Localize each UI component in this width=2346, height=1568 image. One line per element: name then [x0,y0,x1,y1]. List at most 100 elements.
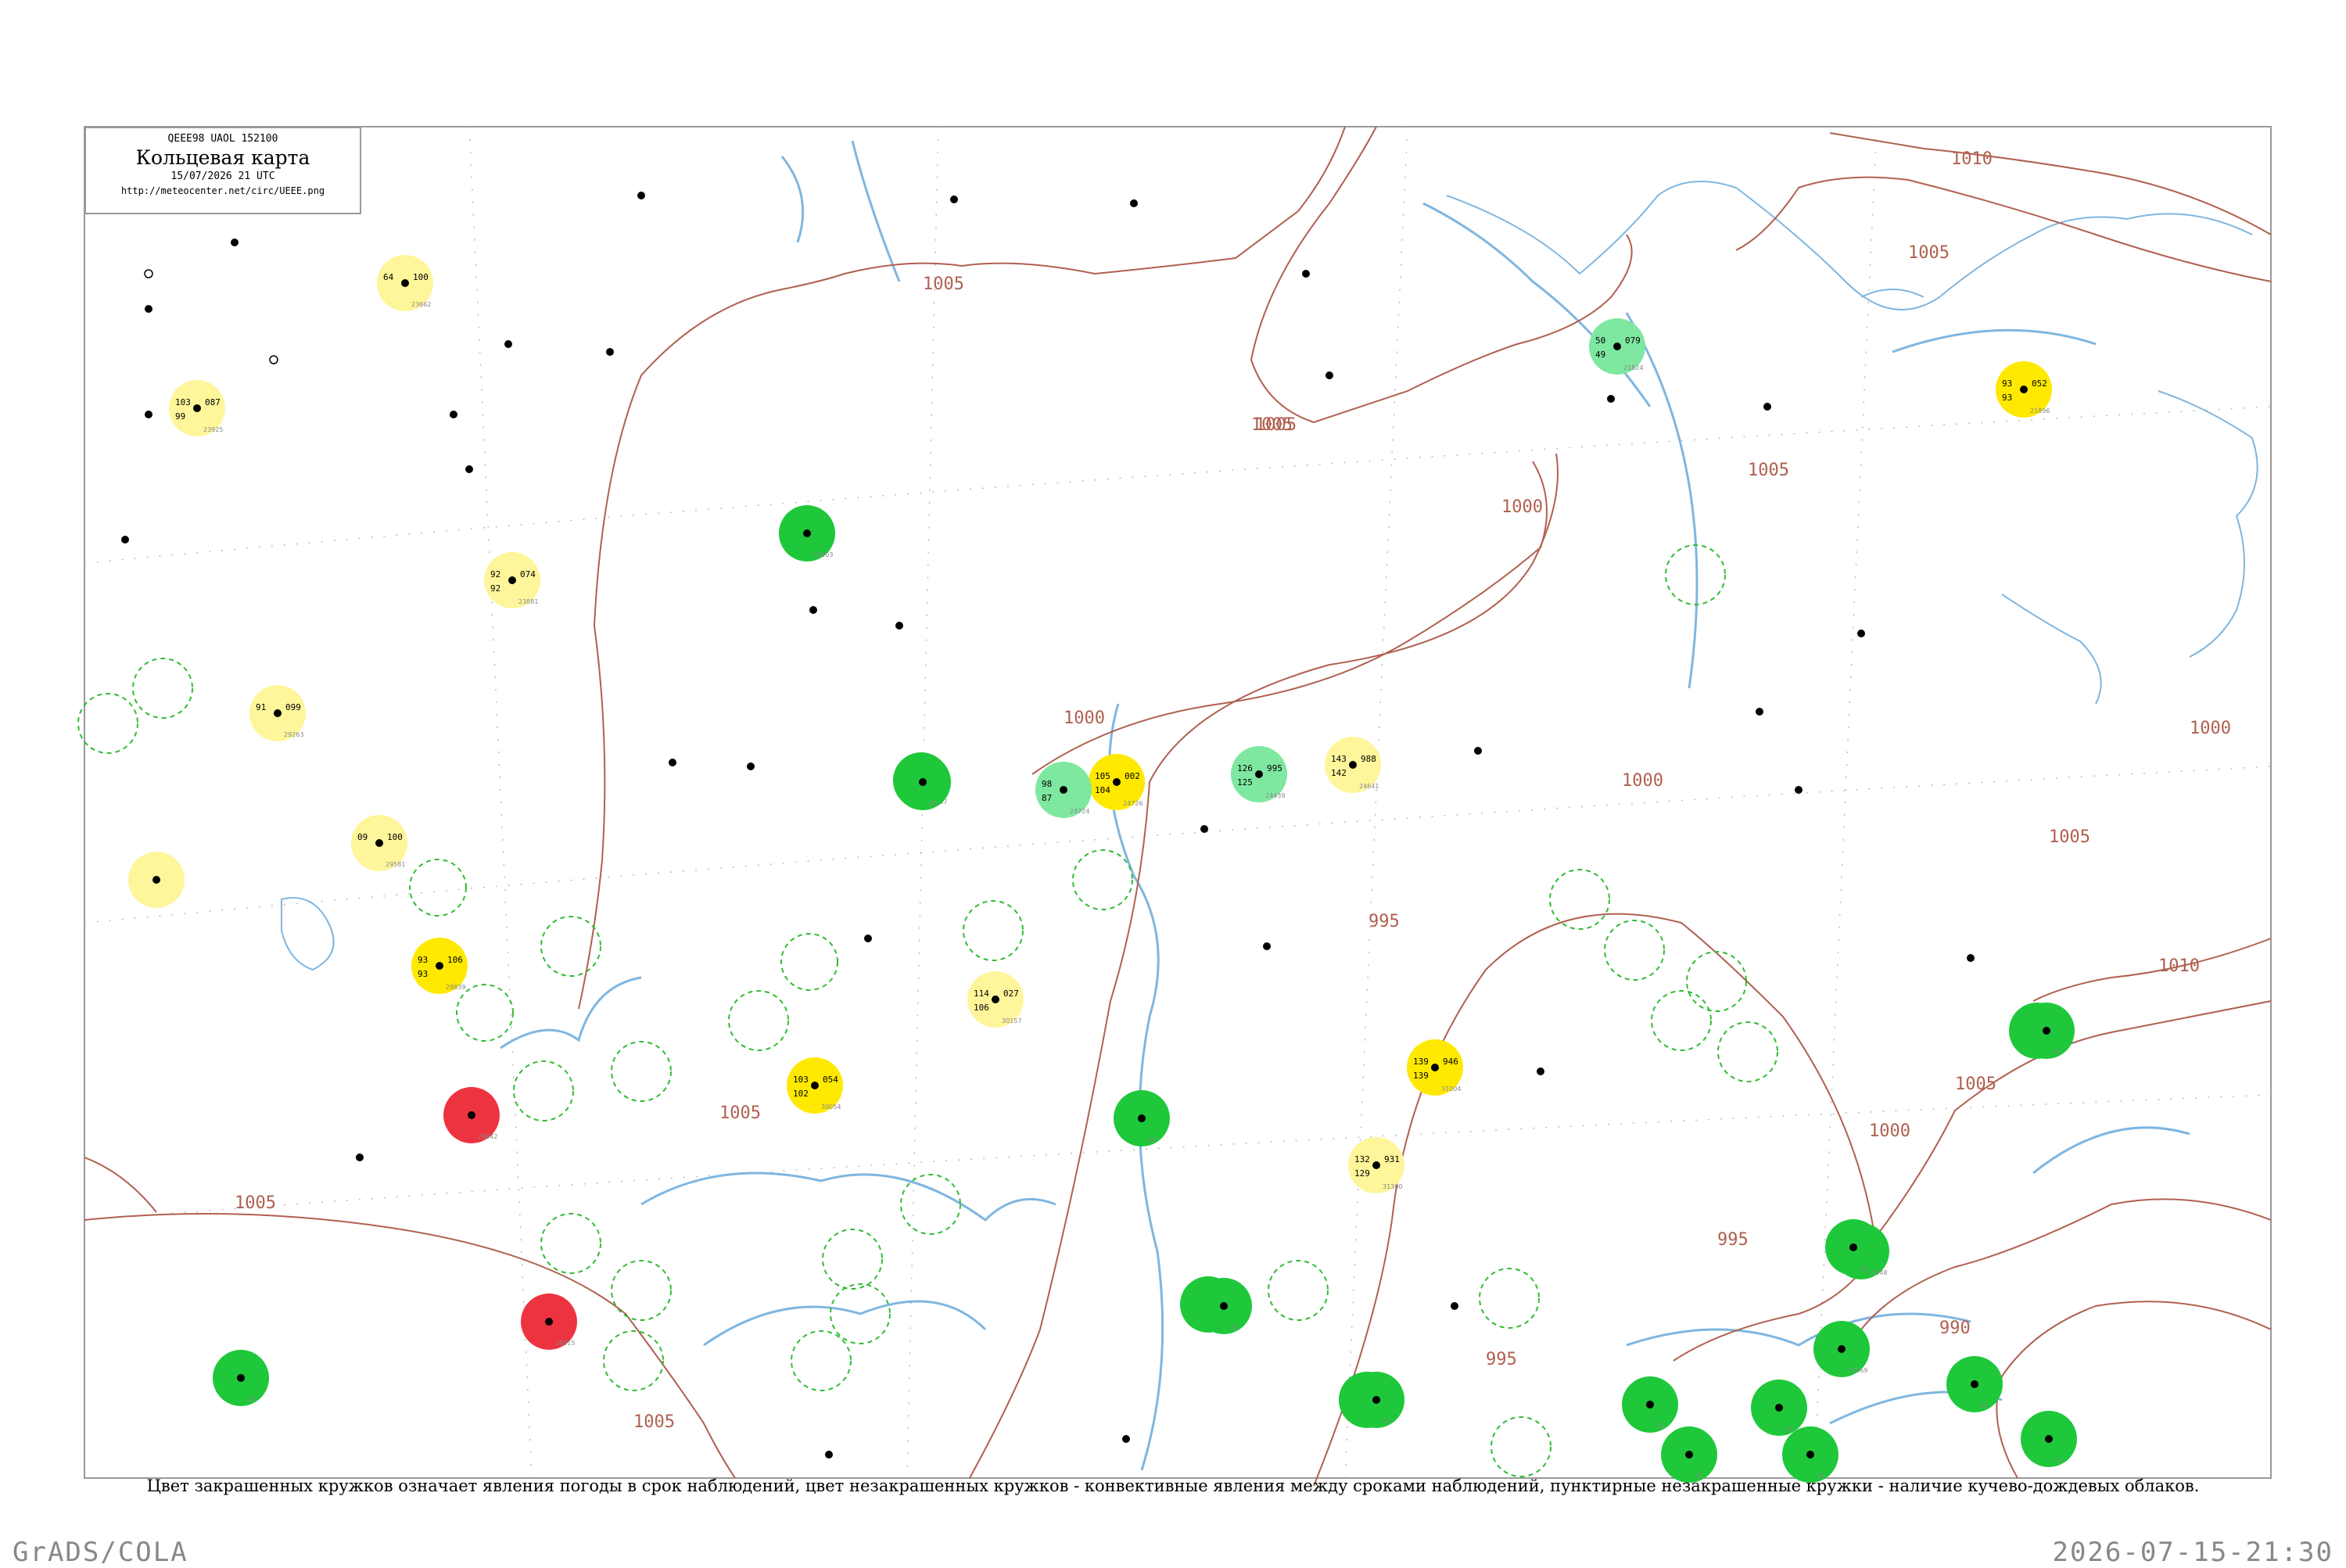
station-marker: 50 079 49 21824 [1589,318,1645,375]
station-dewpoint: 99 [175,411,185,422]
station-pressure: 052 [2032,379,2047,389]
station-marker: 32 [1782,1426,1838,1483]
station-dewpoint: 92 [490,583,500,594]
isobar-label: 1005 [1255,415,1297,435]
station-index: 30 [929,800,937,807]
isobar-label: 1005 [1908,243,1950,263]
station-index: 24724 [1070,808,1089,815]
station-marker: 31 [1661,1426,1717,1483]
station-marker: 32 [1348,1372,1404,1428]
isobar-label: 1005 [923,274,964,294]
station-dot [1372,1161,1380,1169]
station-temperature: 50 [1595,335,1605,346]
station-temperature: 93 [2002,379,2012,389]
station-dewpoint: 49 [1595,350,1605,360]
station-index: 31 [2055,1457,2063,1464]
station-index: 29839 [446,984,465,991]
isobar-label: 1005 [2049,827,2090,847]
station-temperature: 91 [256,702,266,712]
station-pressure: 988 [1361,754,1376,764]
map-title-box: QEEE98 UAOL 152100 Кольцевая карта 15/07… [84,127,361,214]
software-label: GrADS/COLA [13,1537,188,1568]
station-dot [193,404,201,412]
station-dewpoint: 142 [1331,768,1347,778]
isobar-label: 1005 [1748,461,1789,480]
station-marker: 139 946 139 31004 [1407,1039,1463,1096]
station-dot [237,1374,245,1382]
station-marker: 31 [1946,1356,2003,1412]
isobar-label: 995 [1368,912,1400,931]
source-url[interactable]: http://meteocenter.net/circ/UEEE.png [86,185,360,196]
isobar-label: 995 [1717,1230,1749,1250]
station-dot [1613,343,1621,350]
isobar-label: 1000 [1501,497,1543,517]
station-index: 21824 [1623,364,1643,371]
station-pressure: 074 [520,569,536,579]
isobar-label: 1000 [1622,771,1663,791]
station-marker [128,852,185,908]
station-dot [1838,1345,1846,1353]
station-marker: 114 027 106 30157 [967,971,1024,1028]
isobar-label: 1010 [1951,149,1993,169]
station-index: 32 [1785,1426,1793,1433]
station-dewpoint: 104 [1095,785,1110,795]
station-marker: 64 100 23662 [377,255,433,311]
station-index: 29581 [386,861,405,868]
station-marker: 92 074 92 23881 [484,552,540,608]
station-temperature: 105 [1095,771,1110,781]
station-marker: 126 995 125 24439 [1231,746,1287,802]
station-dot [1849,1243,1857,1251]
station-pressure: 106 [447,955,463,965]
station-layer: 64 10023662103 087992392592 074922388191 099… [128,255,2077,1483]
station-marker: 29842 [443,1087,500,1143]
station-marker: 31 [2021,1411,2077,1467]
station-marker: 29 [213,1350,269,1406]
station-index: 24641 [1359,783,1379,790]
station-dot [1138,1114,1146,1122]
station-temperature: 132 [1354,1154,1370,1164]
station-temperature: 64 [383,272,394,282]
station-index: 31 [1656,1423,1664,1430]
station-temperature: 103 [175,397,191,407]
station-marker: 31369 [1813,1321,1870,1377]
rivers [500,140,2190,1471]
station-dewpoint: 102 [793,1089,809,1099]
station-dewpoint: 93 [2002,393,2012,403]
station-dot [1372,1396,1380,1404]
station-marker: 103 054 102 30054 [787,1057,843,1114]
station-index: 29263 [284,731,303,738]
map-grid [84,126,2272,1479]
isobar-label: 1000 [1869,1121,1910,1141]
station-marker: 91 099 29263 [249,685,306,741]
station-dewpoint: 129 [1354,1168,1370,1179]
station-index: 31 [1981,1402,1989,1409]
isobar-label: 1010 [2158,956,2200,976]
station-marker: 32 [1751,1380,1807,1436]
station-dot [468,1111,475,1119]
station-index: 31369 [1848,1367,1867,1374]
isobar-label: 990 [1939,1319,1971,1338]
station-pressure: 995 [1267,763,1282,773]
station-dot [2020,386,2028,393]
isobar-label: 1005 [235,1193,276,1213]
station-marker: 93 052 93 21896 [1996,361,2052,418]
station-pressure: 931 [1384,1154,1400,1164]
station-index: 32 [2053,1049,2061,1056]
isobar-label: 1000 [2190,719,2231,738]
station-dot [992,996,999,1003]
station-pressure: 002 [1125,771,1140,781]
station-dot [152,876,160,884]
station-marker: 32 [1196,1278,1252,1334]
station-marker: 143 988 142 24641 [1325,737,1381,793]
station-dot [1349,761,1357,769]
isobar-label: 1005 [1955,1075,1996,1094]
station-index: 23881 [518,598,538,605]
station-pressure: 079 [1625,335,1641,346]
station-index: 21896 [2030,407,2050,414]
station-dot [1775,1404,1783,1412]
station-dewpoint: 106 [974,1003,989,1013]
station-temperature: 09 [357,832,368,842]
station-dot [1806,1451,1814,1459]
isobar-label: 1005 [633,1412,675,1432]
station-temperature: 92 [490,569,500,579]
